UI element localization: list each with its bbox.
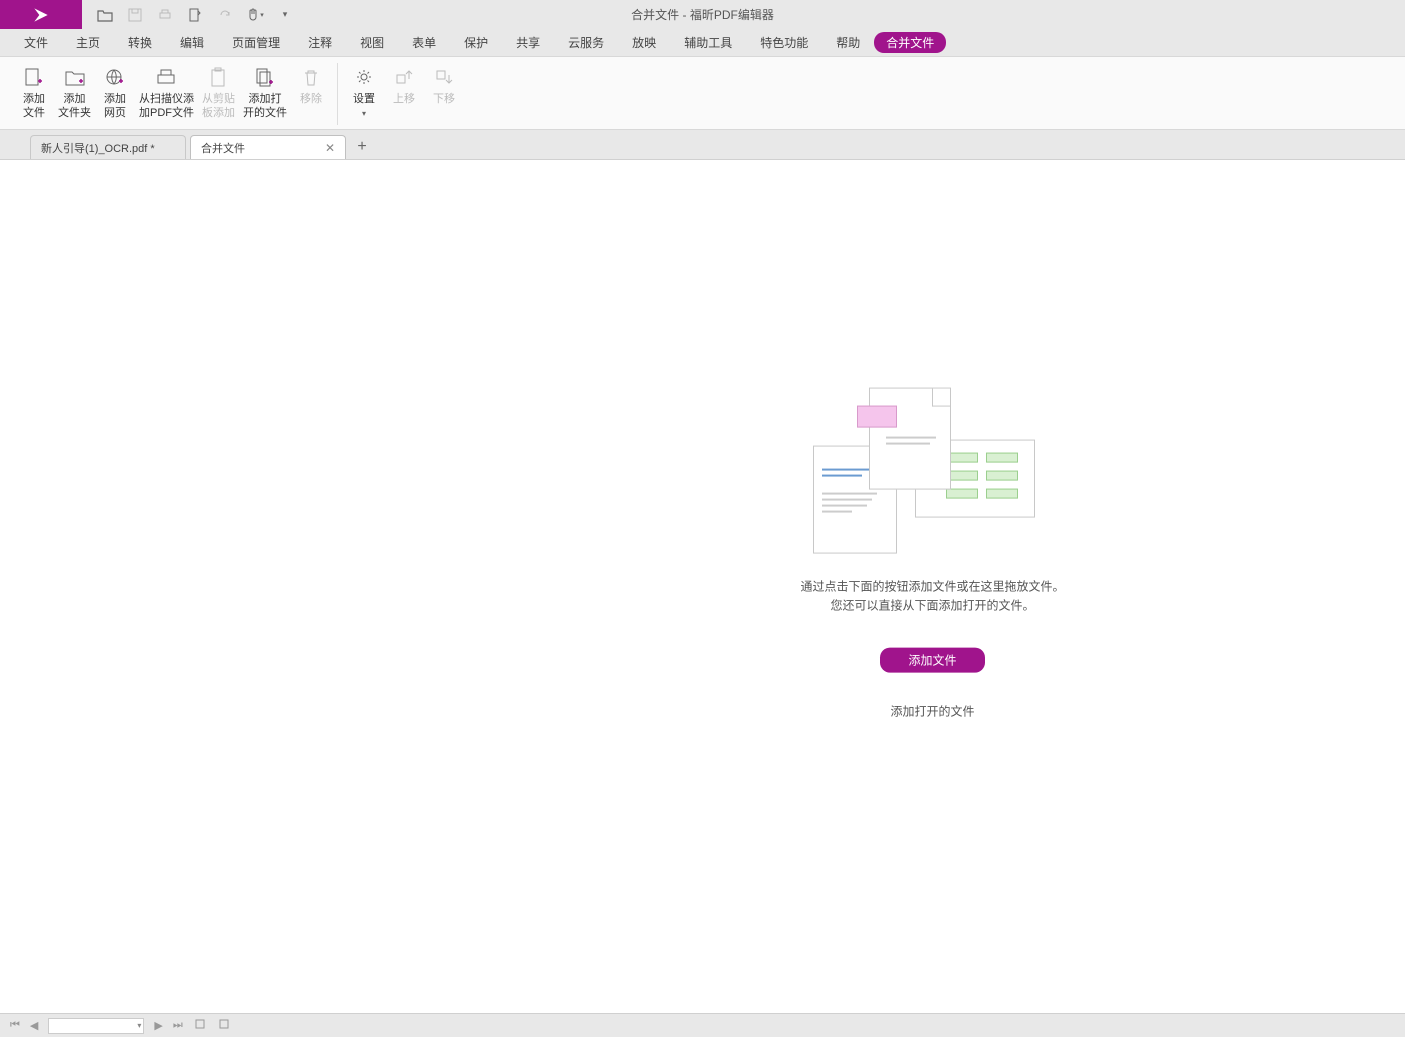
last-page-icon[interactable]: ⏭	[173, 1019, 183, 1032]
titlebar: ▾ ▾ 合并文件 - 福昕PDF编辑器	[0, 0, 1405, 29]
page-number-input[interactable]: ▾	[48, 1018, 144, 1034]
app-logo[interactable]	[0, 0, 82, 29]
instruction-text: 通过点击下面的按钮添加文件或在这里拖放文件。 您还可以直接从下面添加打开的文件。	[733, 577, 1133, 615]
next-page-icon[interactable]: ▶	[154, 1019, 162, 1032]
menu-slideshow[interactable]: 放映	[618, 30, 670, 55]
empty-illustration	[813, 387, 1053, 557]
add-webpage-button[interactable]: 添加 网页	[95, 63, 135, 125]
content-area: 通过点击下面的按钮添加文件或在这里拖放文件。 您还可以直接从下面添加打开的文件。…	[0, 160, 1405, 1013]
empty-state: 通过点击下面的按钮添加文件或在这里拖放文件。 您还可以直接从下面添加打开的文件。…	[733, 387, 1133, 719]
menubar: 文件 主页 转换 编辑 页面管理 注释 视图 表单 保护 共享 云服务 放映 辅…	[0, 29, 1405, 57]
window-title: 合并文件 - 福昕PDF编辑器	[631, 6, 774, 23]
move-up-icon	[393, 65, 415, 91]
redo-icon	[216, 6, 234, 24]
scanner-icon	[156, 65, 178, 91]
add-from-scanner-button[interactable]: 从扫描仪添 加PDF文件	[135, 63, 198, 125]
add-file-primary-button[interactable]: 添加文件	[880, 647, 984, 672]
prev-page-icon[interactable]: ◀	[30, 1019, 38, 1032]
menu-file[interactable]: 文件	[10, 30, 62, 55]
move-down-button: 下移	[424, 63, 464, 125]
menu-help[interactable]: 帮助	[822, 30, 874, 55]
menu-cloud[interactable]: 云服务	[554, 30, 618, 55]
menu-edit[interactable]: 编辑	[166, 30, 218, 55]
add-open-files-link[interactable]: 添加打开的文件	[733, 702, 1133, 719]
document-tab[interactable]: 新人引导(1)_OCR.pdf *	[30, 135, 186, 159]
ribbon-group-add: 添加 文件 添加 文件夹 添加 网页 从扫描仪添 加PDF文件 从剪贴 板添加 …	[8, 63, 338, 125]
move-down-icon	[433, 65, 455, 91]
quick-access-toolbar: ▾ ▾	[82, 6, 308, 24]
trash-icon	[300, 65, 322, 91]
chevron-down-icon: ▾	[362, 109, 366, 118]
settings-button[interactable]: 设置▾	[344, 63, 384, 125]
menu-annotate[interactable]: 注释	[294, 30, 346, 55]
first-page-icon[interactable]: ⏮	[10, 1019, 20, 1032]
open-icon[interactable]	[96, 6, 114, 24]
add-folder-icon	[64, 65, 86, 91]
menu-form[interactable]: 表单	[398, 30, 450, 55]
menu-page-management[interactable]: 页面管理	[218, 30, 294, 55]
new-tab-button[interactable]: +	[350, 135, 374, 159]
ribbon: 添加 文件 添加 文件夹 添加 网页 从扫描仪添 加PDF文件 从剪贴 板添加 …	[0, 57, 1405, 130]
foxit-logo-icon	[31, 5, 51, 25]
qat-customize-icon[interactable]: ▾	[276, 6, 294, 24]
add-file-icon	[23, 65, 45, 91]
menu-protect[interactable]: 保护	[450, 30, 502, 55]
menu-convert[interactable]: 转换	[114, 30, 166, 55]
ribbon-group-settings: 设置▾ 上移 下移	[338, 63, 470, 125]
tab-label: 合并文件	[201, 140, 245, 156]
print-icon	[156, 6, 174, 24]
add-open-files-button[interactable]: 添加打 开的文件	[239, 63, 291, 125]
statusbar: ⏮ ◀ ▾ ▶ ⏭	[0, 1013, 1405, 1037]
open-files-icon	[254, 65, 276, 91]
move-up-button: 上移	[384, 63, 424, 125]
gear-icon	[353, 65, 375, 91]
menu-share[interactable]: 共享	[502, 30, 554, 55]
menu-merge-files[interactable]: 合并文件	[874, 32, 946, 53]
save-icon	[126, 6, 144, 24]
close-tab-icon[interactable]: ✕	[325, 141, 335, 155]
add-file-button[interactable]: 添加 文件	[14, 63, 54, 125]
rotate-right-icon[interactable]	[217, 1017, 231, 1034]
globe-icon	[104, 65, 126, 91]
menu-accessibility[interactable]: 辅助工具	[670, 30, 746, 55]
document-tabbar: 新人引导(1)_OCR.pdf * 合并文件 ✕ +	[0, 130, 1405, 160]
add-from-clipboard-button: 从剪贴 板添加	[198, 63, 239, 125]
menu-features[interactable]: 特色功能	[746, 30, 822, 55]
menu-view[interactable]: 视图	[346, 30, 398, 55]
clipboard-icon	[208, 65, 230, 91]
add-folder-button[interactable]: 添加 文件夹	[54, 63, 95, 125]
remove-button: 移除	[291, 63, 331, 125]
hand-icon[interactable]: ▾	[246, 6, 264, 24]
tab-label: 新人引导(1)_OCR.pdf *	[41, 140, 155, 156]
undo-icon[interactable]	[186, 6, 204, 24]
document-tab-active[interactable]: 合并文件 ✕	[190, 135, 346, 159]
rotate-left-icon[interactable]	[193, 1017, 207, 1034]
menu-home[interactable]: 主页	[62, 30, 114, 55]
